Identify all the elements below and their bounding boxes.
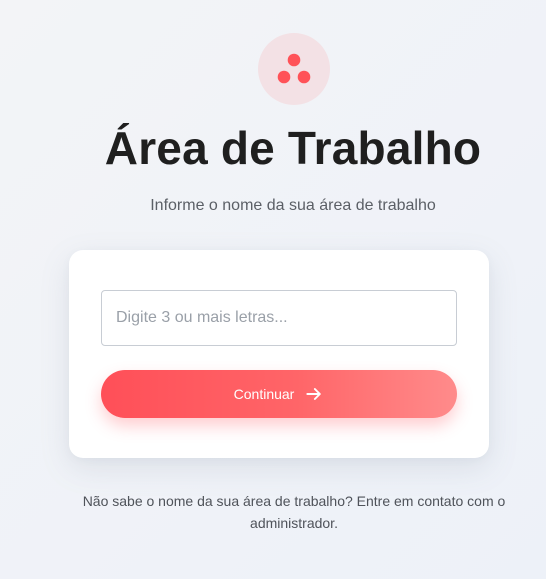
continue-button-label: Continuar xyxy=(233,386,295,402)
help-note: Não sabe o nome da sua área de trabalho?… xyxy=(82,493,506,531)
continue-button[interactable]: Continuar xyxy=(101,370,457,418)
workspace-logo xyxy=(258,33,330,105)
page-title: Área de Trabalho xyxy=(104,122,482,174)
three-dots-logo-icon xyxy=(277,53,311,84)
workspace-name-input[interactable] xyxy=(101,290,457,346)
arrow-right-icon xyxy=(306,388,322,400)
workspace-form-card: Continuar xyxy=(69,250,489,458)
page-subtitle: Informe o nome da sua área de trabalho xyxy=(150,197,436,214)
